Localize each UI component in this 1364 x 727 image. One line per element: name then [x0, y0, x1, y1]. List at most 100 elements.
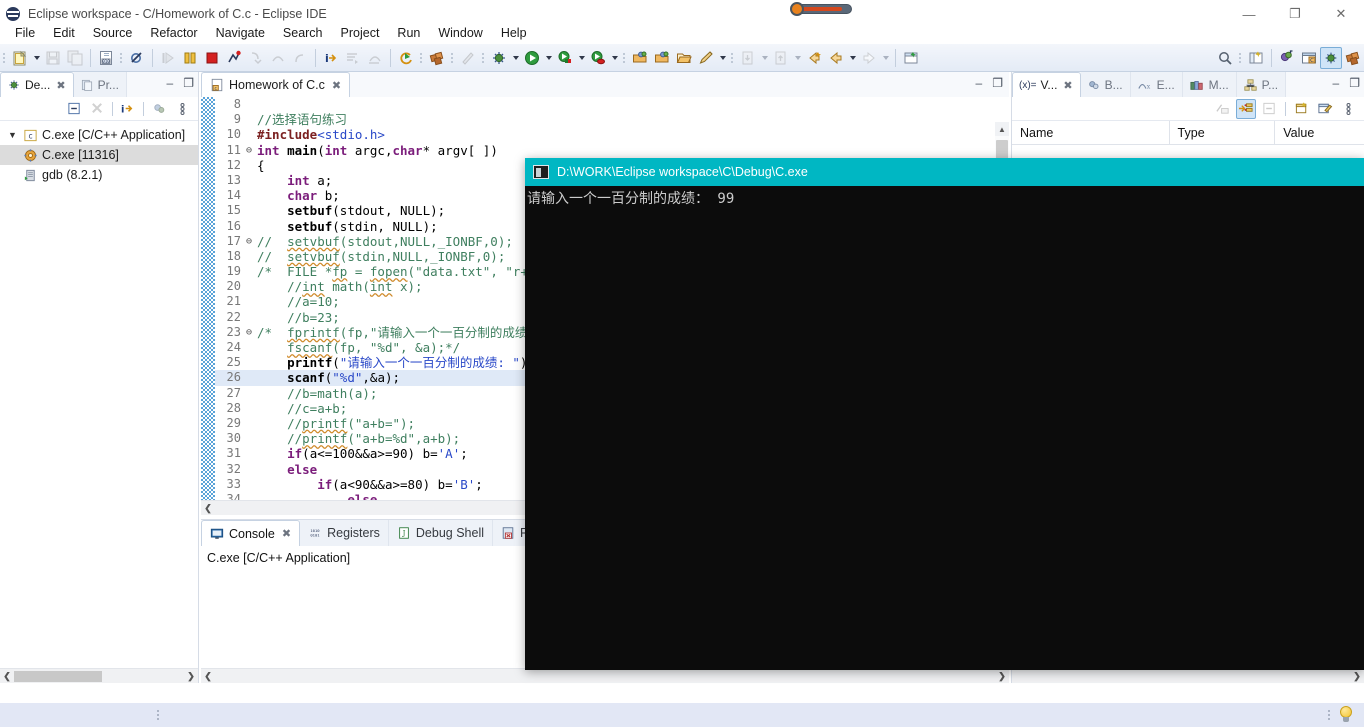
view-menu-icon[interactable]	[172, 99, 192, 119]
pencil-icon[interactable]	[695, 47, 717, 69]
menu-window[interactable]: Window	[429, 24, 491, 42]
debug-dropdown-arrow[interactable]	[510, 47, 521, 69]
open-type-icon[interactable]	[629, 47, 651, 69]
top-center-slider[interactable]	[790, 2, 852, 16]
variables-scroll-right-icon[interactable]: ❯	[1350, 671, 1364, 682]
back-dropdown-arrow[interactable]	[847, 47, 858, 69]
perspective-debug-icon[interactable]	[1320, 46, 1342, 69]
tab-homework-of-c[interactable]: c Homework of C.c ✖	[201, 72, 351, 97]
menu-source[interactable]: Source	[84, 24, 142, 42]
cmd-output-area[interactable]: 请输入一个一百分制的成绩： 99	[525, 186, 1364, 670]
tab-variables[interactable]: (x)= V... ✖	[1012, 72, 1081, 97]
pencil-dropdown-arrow[interactable]	[717, 47, 728, 69]
variables-minimize-icon[interactable]: –	[1333, 76, 1340, 90]
column-header-value[interactable]: Value	[1275, 121, 1364, 145]
minimize-view-icon[interactable]: –	[167, 76, 174, 90]
perspective-grip[interactable]	[1238, 50, 1243, 66]
show-type-names-icon[interactable]	[1236, 98, 1256, 119]
debug-icon[interactable]	[488, 47, 510, 69]
toolbar-grip-3[interactable]	[419, 50, 424, 66]
tab-peripherals[interactable]: P...	[1236, 72, 1287, 97]
tab-project-explorer[interactable]: Pr...	[73, 72, 127, 97]
code-line[interactable]: 8	[215, 97, 1009, 112]
column-header-type[interactable]: Type	[1170, 120, 1276, 145]
fold-marker-icon[interactable]: ⊖	[243, 234, 255, 249]
maximize-view-icon[interactable]: ❐	[183, 76, 194, 90]
open-perspective-icon[interactable]	[1245, 47, 1267, 69]
variables-hscrollbar[interactable]: ❯	[1012, 668, 1364, 683]
tab-console[interactable]: Console ✖	[201, 520, 301, 546]
last-edit-location-icon[interactable]	[803, 47, 825, 69]
edit-watch-icon[interactable]	[1315, 99, 1335, 119]
toolbar-grip-4[interactable]	[450, 50, 455, 66]
restart-icon[interactable]	[395, 47, 417, 69]
run-dropdown-arrow[interactable]	[543, 47, 554, 69]
suspend-icon[interactable]	[179, 47, 201, 69]
perspective-c-cpp-icon[interactable]: C	[1298, 47, 1320, 69]
toolbar-grip-2[interactable]	[119, 50, 124, 66]
code-line[interactable]: 10 #include<stdio.h>	[215, 127, 1009, 142]
skip-all-breakpoints-icon[interactable]	[126, 47, 148, 69]
variables-hscroll-track[interactable]	[1012, 671, 1350, 682]
hscroll-thumb[interactable]	[14, 670, 102, 682]
console-hscrollbar[interactable]: ❮ ❯	[201, 668, 1009, 683]
fold-marker-icon[interactable]: ⊖	[243, 143, 255, 158]
menu-run[interactable]: Run	[388, 24, 429, 42]
menu-search[interactable]: Search	[274, 24, 332, 42]
tab-breakpoints[interactable]: B...	[1080, 72, 1131, 97]
menu-help[interactable]: Help	[492, 24, 536, 42]
debug-view-hscrollbar[interactable]: ❮ ❯	[0, 668, 198, 683]
cmd-console-window[interactable]: D:\WORK\Eclipse workspace\C\Debug\C.exe …	[525, 158, 1364, 670]
perspective-cpp-browsing-icon[interactable]	[1276, 47, 1298, 69]
console-scroll-left-icon[interactable]: ❮	[201, 671, 215, 682]
tab-console-close-icon[interactable]: ✖	[282, 527, 291, 540]
run-icon[interactable]	[521, 47, 543, 69]
collapse-all-icon[interactable]	[64, 99, 84, 119]
menu-file[interactable]: File	[6, 24, 44, 42]
menu-navigate[interactable]: Navigate	[207, 24, 274, 42]
editor-tab-close-icon[interactable]: ✖	[332, 79, 341, 92]
console-scroll-right-icon[interactable]: ❯	[995, 671, 1009, 682]
fold-marker-icon[interactable]: ⊖	[243, 325, 255, 340]
tab-modules[interactable]: M...	[1182, 72, 1237, 97]
terminate-icon[interactable]	[201, 47, 223, 69]
tab-expressions[interactable]: x E...	[1130, 72, 1183, 97]
tab-debug-shell[interactable]: J Debug Shell	[388, 520, 493, 546]
tab-debug-close-icon[interactable]: ✖	[56, 79, 65, 92]
toolbar-grip-5[interactable]	[481, 50, 486, 66]
new-dropdown-arrow[interactable]	[31, 47, 42, 69]
build-all-icon[interactable]	[426, 47, 448, 69]
perspective-build-icon[interactable]	[1342, 47, 1364, 69]
scroll-right-icon[interactable]: ❯	[184, 671, 198, 682]
tree-row[interactable]: ▼ c C.exe [C/C++ Application]	[0, 125, 198, 145]
code-line[interactable]: 11 ⊖ int main(int argc,char* argv[ ])	[215, 143, 1009, 158]
debug-view-menu-icon[interactable]	[149, 99, 169, 119]
editor-maximize-icon[interactable]: ❐	[992, 76, 1003, 90]
open-resource-icon[interactable]	[651, 47, 673, 69]
menu-edit[interactable]: Edit	[44, 24, 84, 42]
tip-of-the-day-bulb-icon[interactable]	[1338, 706, 1354, 724]
back-icon[interactable]	[825, 47, 847, 69]
variables-maximize-icon[interactable]: ❐	[1349, 76, 1360, 90]
editor-scroll-left-icon[interactable]: ❮	[201, 503, 215, 514]
hscroll-track[interactable]	[14, 670, 184, 682]
scroll-up-icon[interactable]: ▲	[995, 122, 1009, 136]
toolbar-grip-6[interactable]	[622, 50, 627, 66]
annotation-ruler[interactable]	[201, 97, 215, 515]
open-folder-icon[interactable]	[673, 47, 695, 69]
code-line[interactable]: 9 //选择语句练习	[215, 112, 1009, 127]
tab-registers[interactable]: 1010 0101 Registers	[300, 520, 389, 546]
run-last-tool-icon[interactable]	[554, 47, 576, 69]
console-hscroll-track[interactable]	[215, 671, 995, 682]
cmd-title-bar[interactable]: D:\WORK\Eclipse workspace\C\Debug\C.exe	[525, 158, 1364, 186]
step-into-selection-icon[interactable]: i	[118, 99, 138, 119]
toolbar-grip-7[interactable]	[730, 50, 735, 66]
profile-icon[interactable]	[587, 47, 609, 69]
scroll-left-icon[interactable]: ❮	[0, 671, 14, 682]
column-header-name[interactable]: Name	[1012, 120, 1170, 145]
menu-project[interactable]: Project	[332, 24, 389, 42]
expand-twisty-icon[interactable]: ▼	[6, 130, 19, 140]
view-menu-icon[interactable]	[1338, 99, 1358, 119]
new-icon[interactable]	[9, 47, 31, 69]
disconnect-icon[interactable]	[223, 47, 245, 69]
